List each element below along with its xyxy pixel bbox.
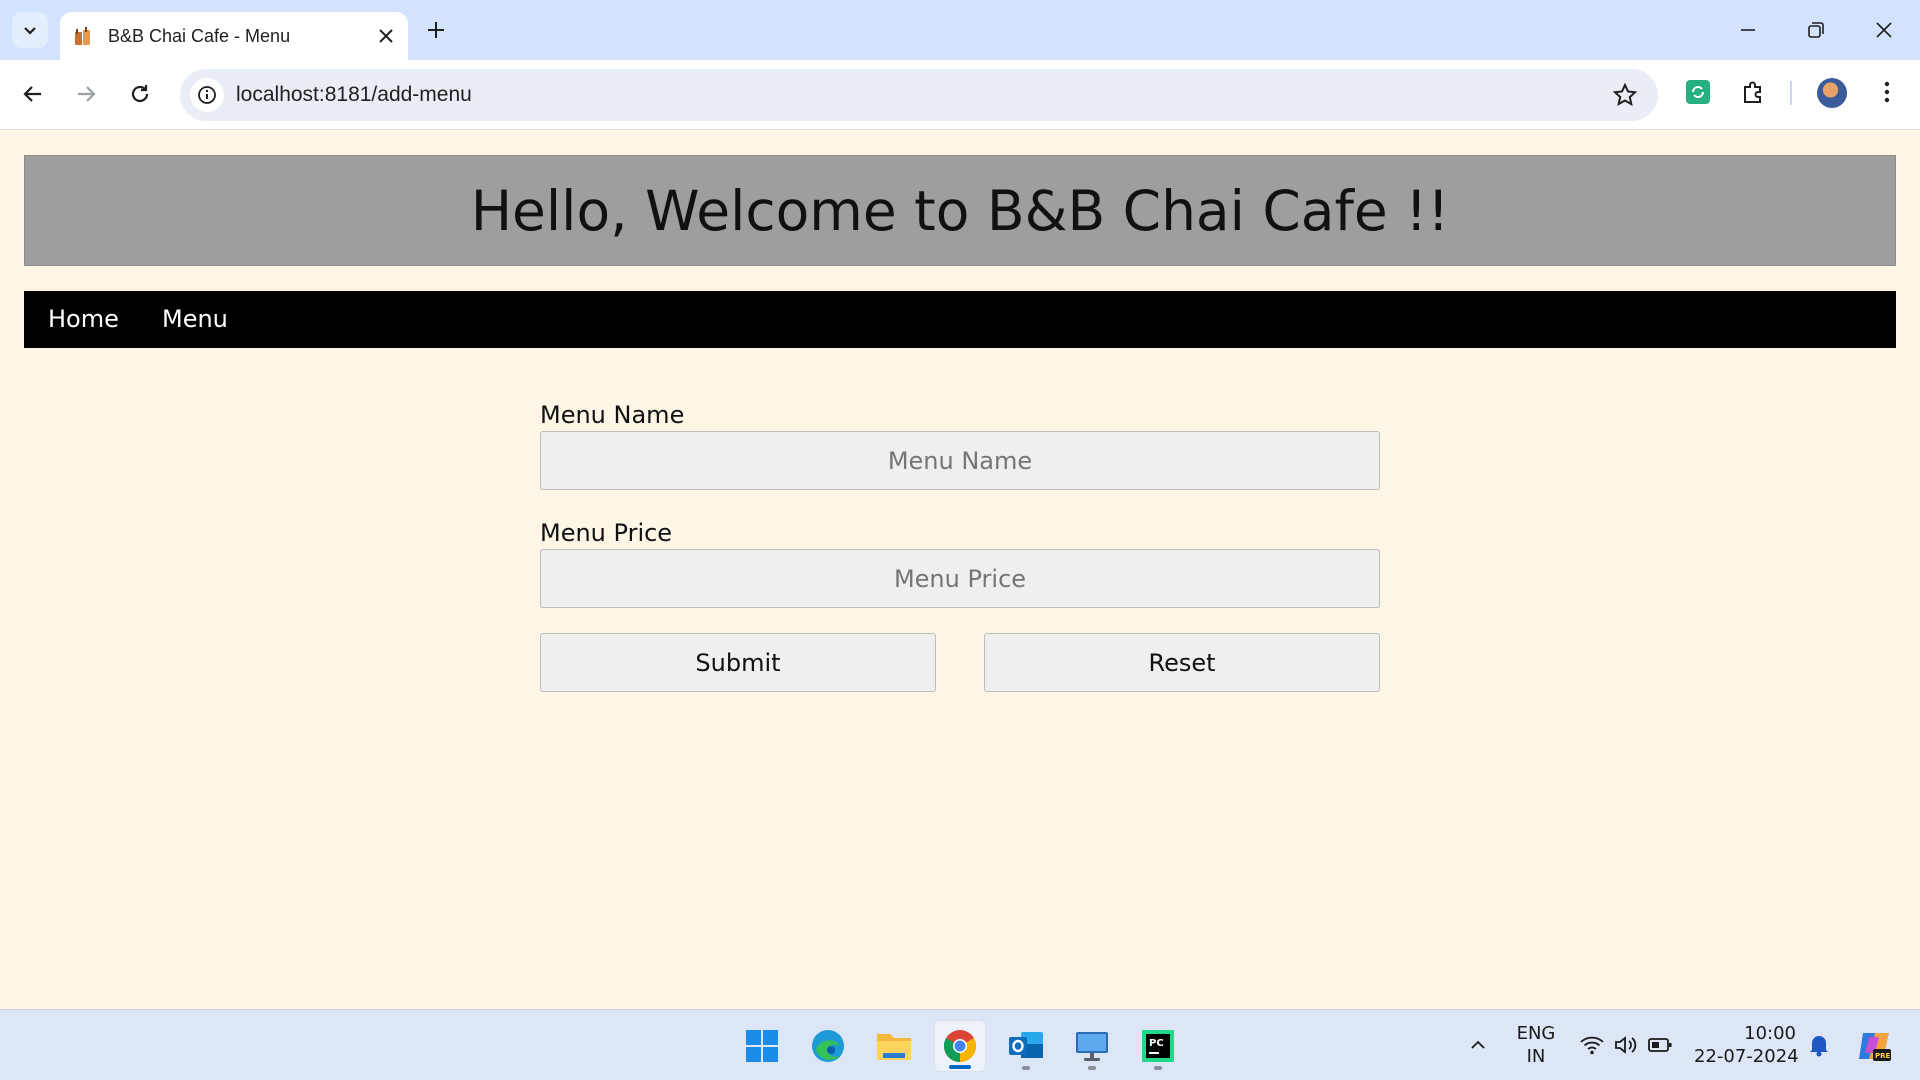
nav-link-home[interactable]: Home [48, 305, 119, 333]
page-content: Hello, Welcome to B&B Chai Cafe !! Home … [0, 131, 1920, 1009]
reload-button[interactable] [122, 76, 158, 112]
tab-title: B&B Chai Cafe - Menu [108, 26, 291, 46]
url-text[interactable]: localhost:8181/add-menu [236, 83, 472, 107]
extension-green-icon[interactable] [1683, 77, 1713, 107]
puzzle-icon [1744, 81, 1761, 103]
menu-price-label: Menu Price [540, 519, 673, 547]
site-info-button[interactable] [190, 78, 224, 112]
profile-avatar[interactable] [1817, 78, 1847, 108]
chevron-up-icon [1471, 1040, 1485, 1049]
menu-name-label: Menu Name [540, 401, 685, 429]
battery-button[interactable] [1646, 1031, 1674, 1059]
tab-search-button[interactable] [12, 12, 48, 48]
clock-date[interactable]: 22-07-2024 [1694, 1046, 1799, 1067]
chevron-down-icon [24, 27, 36, 35]
welcome-banner: Hello, Welcome to B&B Chai Cafe !! [24, 155, 1896, 266]
show-hidden-icons-button[interactable] [1464, 1031, 1492, 1059]
network-button[interactable] [1578, 1031, 1606, 1059]
notifications-button[interactable] [1805, 1031, 1833, 1059]
pycharm-icon: PC [1142, 1030, 1174, 1062]
toolbar-divider [1790, 81, 1792, 105]
edge-icon [812, 1030, 844, 1062]
browser-tab-strip: B&B Chai Cafe - Menu [0, 0, 1920, 60]
svg-text:PRE: PRE [1875, 1052, 1891, 1060]
app-indicator [949, 1065, 971, 1069]
cafe-favicon-icon [75, 27, 90, 45]
windows-logo-icon [746, 1030, 778, 1062]
wifi-icon [1580, 1036, 1604, 1055]
copilot-icon: PRE [1859, 1033, 1891, 1061]
minimize-button[interactable] [1732, 14, 1764, 46]
main-navbar: Home Menu [24, 291, 1896, 348]
volume-button[interactable] [1612, 1031, 1640, 1059]
svg-text:PC: PC [1149, 1038, 1164, 1049]
more-vertical-icon [1884, 81, 1890, 103]
restore-button[interactable] [1800, 14, 1832, 46]
restore-icon [1808, 22, 1824, 38]
browser-menu-button[interactable] [1872, 77, 1902, 107]
app-indicator [1088, 1066, 1096, 1070]
app-indicator [1022, 1066, 1030, 1070]
submit-button[interactable]: Submit [540, 633, 936, 692]
minimize-icon [1741, 29, 1755, 31]
active-tab[interactable]: B&B Chai Cafe - Menu [60, 12, 408, 60]
chrome-icon [943, 1030, 977, 1062]
taskbar-app-pycharm[interactable]: PC [1132, 1020, 1184, 1072]
language-indicator-top[interactable]: ENG [1516, 1023, 1556, 1044]
start-button[interactable] [736, 1020, 788, 1072]
clock-time[interactable]: 10:00 [1694, 1023, 1796, 1044]
taskbar-app-remote-desktop[interactable] [1066, 1020, 1118, 1072]
nav-link-menu[interactable]: Menu [162, 305, 228, 333]
windows-taskbar: PC ENG IN 10:00 22-07-2024 PRE [0, 1009, 1920, 1080]
browser-toolbar: localhost:8181/add-menu [0, 60, 1920, 130]
reset-button[interactable]: Reset [984, 633, 1380, 692]
app-indicator [1154, 1066, 1162, 1070]
back-button[interactable] [15, 76, 51, 112]
menu-name-input[interactable] [540, 431, 1380, 490]
close-window-button[interactable] [1868, 14, 1900, 46]
page-title: Hello, Welcome to B&B Chai Cafe !! [470, 178, 1450, 243]
refresh-extension-icon [1686, 80, 1710, 104]
outlook-icon [1009, 1032, 1043, 1058]
arrow-left-icon [23, 86, 41, 102]
forward-button[interactable] [68, 76, 104, 112]
speaker-icon [1615, 1036, 1637, 1054]
address-bar[interactable]: localhost:8181/add-menu [180, 69, 1658, 121]
battery-icon [1648, 1038, 1672, 1052]
menu-price-input[interactable] [540, 549, 1380, 608]
reload-icon [131, 85, 149, 103]
new-tab-plus-icon[interactable] [424, 18, 448, 42]
copilot-button[interactable]: PRE [1854, 1026, 1894, 1066]
folder-icon [877, 1034, 911, 1060]
language-indicator-bottom[interactable]: IN [1516, 1046, 1556, 1067]
close-icon[interactable] [376, 26, 396, 46]
star-bookmark-icon[interactable] [1612, 82, 1638, 108]
bell-icon [1810, 1036, 1828, 1057]
taskbar-app-chrome[interactable] [934, 1020, 986, 1072]
taskbar-app-edge[interactable] [802, 1020, 854, 1072]
arrow-right-icon [78, 86, 96, 102]
extensions-button[interactable] [1738, 77, 1768, 107]
taskbar-app-outlook[interactable] [1000, 1020, 1052, 1072]
info-icon [198, 86, 216, 104]
close-icon [1876, 22, 1892, 38]
monitor-icon [1076, 1032, 1108, 1061]
taskbar-app-file-explorer[interactable] [868, 1020, 920, 1072]
